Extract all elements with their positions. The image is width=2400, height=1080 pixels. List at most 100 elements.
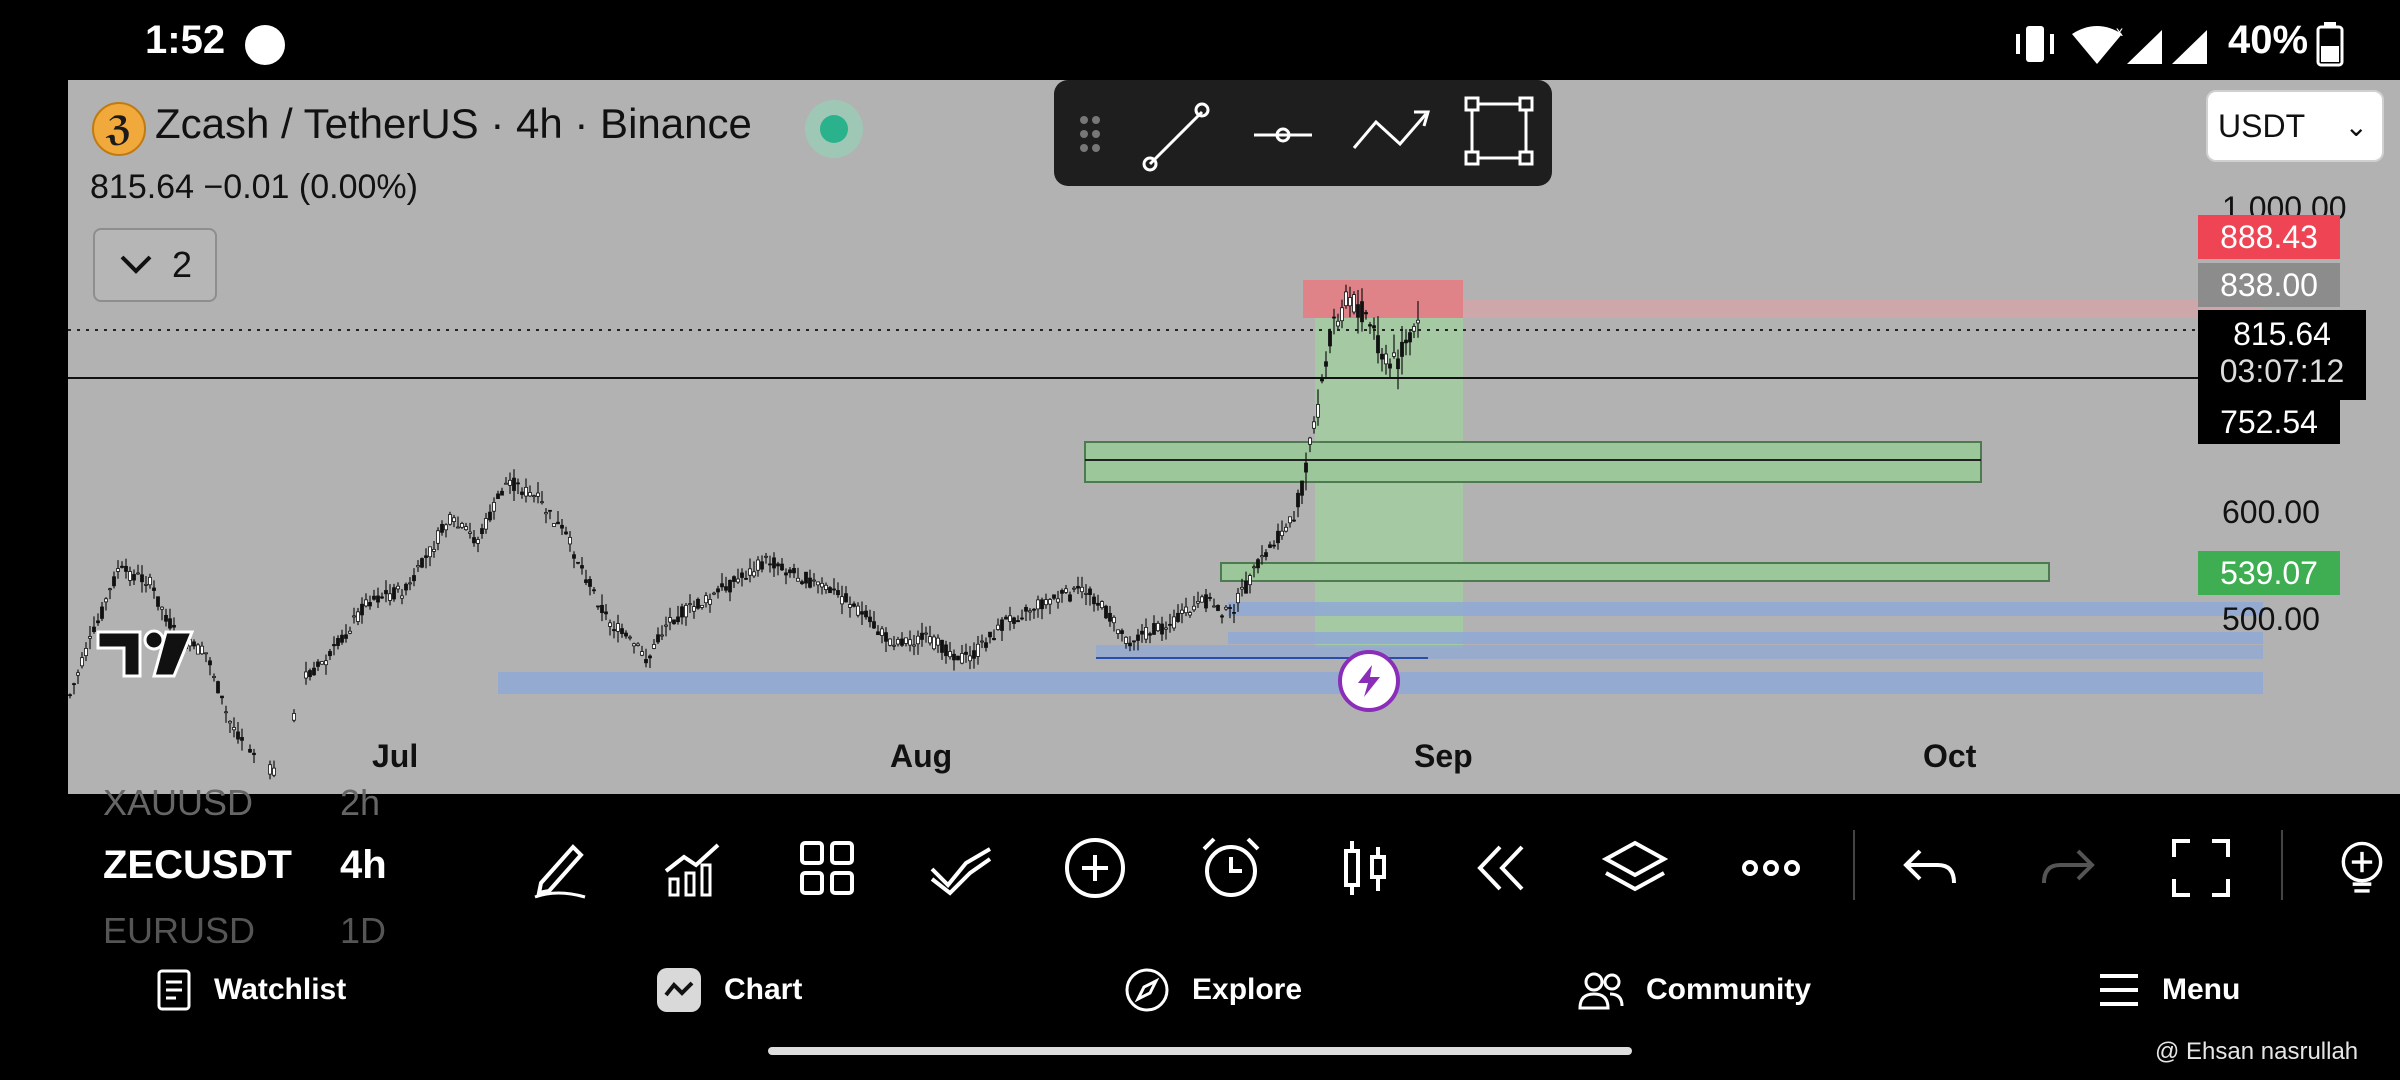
candle-body-286 [1252,566,1256,569]
candle-body-213 [960,653,964,664]
candle-body-105 [528,492,532,497]
candle-body-253 [1120,630,1124,634]
blue-zone-2 [1228,632,2263,644]
candle-body-283 [1240,586,1244,590]
candle-body-304 [1324,361,1328,367]
candle-body-212 [956,655,960,661]
candle-body-2 [76,672,80,676]
trend-line-icon [1142,102,1210,172]
chevron-down-icon: ⌄ [2344,111,2368,142]
candle-body-297 [1296,492,1300,508]
interval-list-item-current[interactable]: 4h [340,843,387,888]
candle-body-65 [368,602,372,607]
candle-body-166 [772,557,776,569]
candle-body-25 [168,618,172,629]
undo-icon[interactable] [1898,835,1964,901]
layouts-icon[interactable] [794,835,860,901]
interval-list-item[interactable]: 2h [340,782,380,824]
candle-body-14 [124,565,128,572]
candle-body-61 [352,615,356,618]
symbol-list-item[interactable]: XAUUSD [103,782,253,824]
candle-body-285 [1248,575,1252,586]
candle-body-300 [1308,437,1312,445]
nav-watchlist[interactable]: Watchlist [156,960,346,1020]
candle-body-207 [936,637,940,646]
nav-label: Menu [2162,973,2241,1006]
currency-select[interactable]: USDT ⌄ [2206,90,2384,162]
indicators-icon[interactable] [660,835,726,901]
support-price-tag: 539.07 [2198,551,2340,595]
home-indicator[interactable] [768,1047,1632,1055]
bar-countdown: 03:07:12 [2219,353,2345,389]
candle-body-247 [1096,602,1100,606]
nav-label: Chart [724,973,803,1006]
nav-chart[interactable]: Chart [656,960,802,1020]
watermark-text: @ Ehsan nasrullah [2155,1038,2359,1065]
pencil-icon[interactable] [527,835,593,901]
plus-circle-icon[interactable] [1062,835,1128,901]
more-icon[interactable] [1738,835,1804,901]
candle-body-199 [904,637,908,644]
time-axis-label: Aug [890,738,953,774]
candle-body-63 [360,603,364,616]
fullscreen-icon[interactable] [2168,835,2234,901]
flash-icon[interactable] [1338,650,1400,712]
symbol-title[interactable]: Zcash / TetherUS · 4h · Binance [155,100,752,148]
candle-body-159 [744,577,748,580]
alarm-icon[interactable] [1198,835,1264,901]
candle-body-177 [816,581,820,586]
candle-body-71 [392,587,396,600]
candle-body-206 [932,636,936,650]
nav-explore[interactable]: Explore [1124,960,1302,1020]
candle-body-171 [792,568,796,574]
candle-body-68 [380,596,384,599]
indicators-toggle[interactable]: 2 [93,228,217,302]
rectangle-icon [1464,96,1534,166]
candle-body-167 [776,563,780,567]
market-status-icon[interactable] [805,100,863,158]
candle-body-178 [820,582,824,588]
candle-body-249 [1104,605,1108,619]
candle-body-240 [1068,594,1072,602]
nav-community[interactable]: Community [1578,960,1811,1020]
candle-body-303 [1320,377,1324,382]
candle-body-307 [1336,320,1340,327]
candle-body-169 [784,572,788,576]
candle-body-191 [872,621,876,629]
candle-body-308 [1340,307,1344,322]
drawing-toolbar[interactable] [1054,80,1552,186]
candle-body-194 [884,632,888,642]
symbol-list-item[interactable]: EURUSD [103,910,255,952]
nav-menu[interactable]: Menu [2098,960,2240,1020]
candle-body-104 [524,486,528,497]
candle-body-232 [1036,599,1040,610]
candle-body-126 [612,629,616,632]
candle-body-252 [1116,629,1120,634]
layers-icon[interactable] [1602,835,1668,901]
interval-list-item[interactable]: 1D [340,910,386,952]
candle-body-133 [640,651,644,656]
toolbar-divider [1853,830,1855,900]
candle-body-107 [536,492,540,497]
candle-body-222 [996,624,1000,630]
candle-body-111 [552,523,556,527]
replay-icon[interactable] [1466,835,1532,901]
candle-body-288 [1260,555,1264,558]
candle-body-124 [604,611,608,615]
candle-body-150 [708,599,712,605]
candles-icon[interactable] [1332,835,1398,901]
bulb-icon[interactable] [2334,835,2390,901]
compare-icon[interactable] [928,835,994,901]
candle-body-321 [1392,352,1396,357]
symbol-list-item-current[interactable]: ZECUSDT [103,843,292,888]
nav-label: Watchlist [214,973,347,1006]
candle-body-214 [964,651,968,655]
demand-zone-upper [1084,441,1982,483]
candle-body-242 [1076,585,1080,589]
candle-body-310 [1348,297,1352,307]
candle-body-231 [1032,608,1036,611]
candle-body-282 [1236,592,1240,604]
candle-body-251 [1112,616,1116,624]
candle-body-76 [412,575,416,582]
candle-body-259 [1144,627,1148,640]
